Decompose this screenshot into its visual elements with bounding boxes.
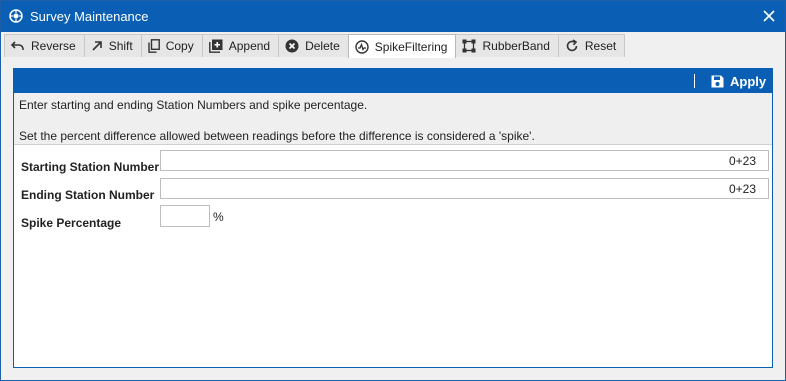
spike-filtering-panel: Apply Enter starting and ending Station … <box>13 68 773 368</box>
tab-label: Reverse <box>31 39 76 53</box>
tab-label: Copy <box>165 39 194 53</box>
title-bar: Survey Maintenance <box>1 1 785 32</box>
panel-toolbar: Apply <box>14 69 772 93</box>
tab-label: Shift <box>108 39 133 53</box>
tab-reset[interactable]: Reset <box>557 34 626 57</box>
toolbar-separator <box>694 74 695 88</box>
spike-percentage-label: Spike Percentage <box>21 216 122 230</box>
arrow-up-right-icon <box>92 41 102 51</box>
delete-circle-icon <box>285 39 299 53</box>
instruction-text-spike: Set the percent difference allowed betwe… <box>19 129 535 143</box>
apply-label: Apply <box>730 73 767 89</box>
tab-rubberband[interactable]: RubberBand <box>455 34 559 57</box>
ending-station-value: 0+23 <box>728 182 756 196</box>
spike-filter-icon <box>355 39 369 54</box>
instructions-area: Enter starting and ending Station Number… <box>14 93 772 145</box>
percent-unit: % <box>213 210 224 224</box>
tab-spikefiltering[interactable]: SpikeFiltering <box>347 34 457 58</box>
survey-maintenance-window: Survey Maintenance Reverse Shift Copy Ap… <box>0 0 786 381</box>
spike-percentage-input[interactable] <box>160 205 210 227</box>
starting-station-value: 0+23 <box>728 154 756 168</box>
close-button[interactable] <box>759 6 779 26</box>
tab-label: Delete <box>305 39 340 53</box>
window-title: Survey Maintenance <box>30 9 149 24</box>
tab-label: SpikeFiltering <box>374 39 448 54</box>
rubberband-icon <box>462 39 476 53</box>
instruction-text: Enter starting and ending Station Number… <box>19 98 368 112</box>
add-square-icon <box>208 39 223 53</box>
apply-button[interactable]: Apply <box>711 73 766 89</box>
tab-append[interactable]: Append <box>201 34 280 57</box>
tab-label: Append <box>228 39 271 53</box>
starting-station-label: Starting Station Number <box>21 160 160 174</box>
undo-icon <box>11 41 24 50</box>
refresh-icon <box>566 39 578 52</box>
app-icon <box>9 9 23 23</box>
tab-reverse[interactable]: Reverse <box>4 34 85 57</box>
save-icon <box>711 75 724 87</box>
copy-icon <box>148 39 160 53</box>
ending-station-label: Ending Station Number <box>21 188 155 202</box>
tool-tabs: Reverse Shift Copy Append Delete SpikeFi… <box>4 34 626 58</box>
ending-station-input[interactable]: 0+23 <box>160 178 769 199</box>
close-icon <box>763 10 775 22</box>
tab-copy[interactable]: Copy <box>140 34 203 57</box>
tab-label: Reset <box>584 39 617 53</box>
starting-station-input[interactable]: 0+23 <box>160 150 769 171</box>
tab-delete[interactable]: Delete <box>278 34 349 57</box>
tab-label: RubberBand <box>482 39 550 53</box>
tab-shift[interactable]: Shift <box>83 34 142 57</box>
